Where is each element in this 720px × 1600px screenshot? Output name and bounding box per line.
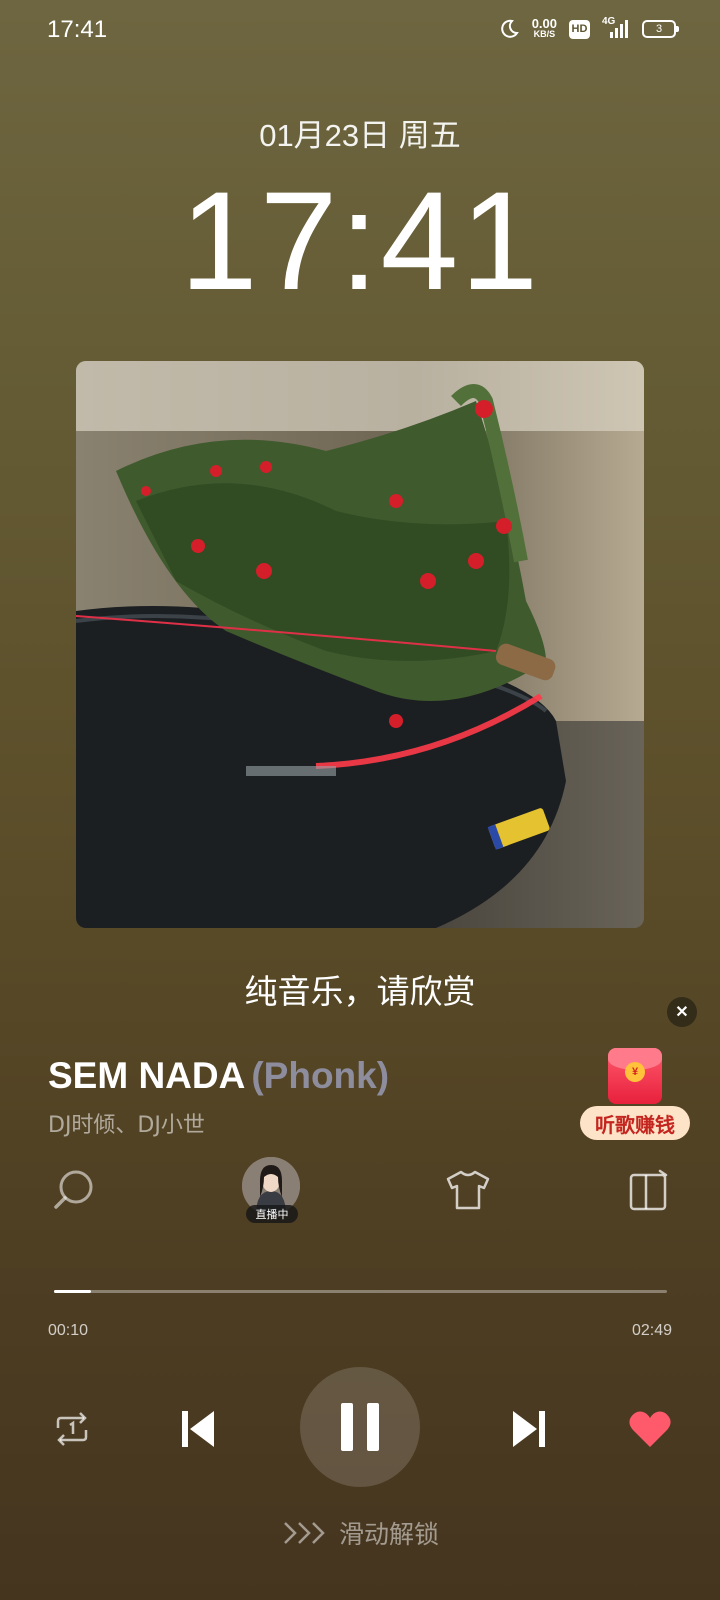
previous-icon (182, 1411, 214, 1447)
heart-icon (629, 1411, 671, 1447)
coin-icon: ¥ (625, 1062, 645, 1082)
previous-button[interactable] (172, 1403, 224, 1455)
search-icon (54, 1170, 93, 1209)
search-button[interactable] (48, 1165, 98, 1215)
chevrons-right-icon (284, 1522, 325, 1544)
tshirt-icon (446, 1170, 490, 1210)
cast-button[interactable] (624, 1165, 674, 1215)
album-art (76, 361, 644, 928)
repeat-one-icon (56, 1412, 88, 1446)
pause-button[interactable] (300, 1367, 420, 1487)
progress-bar[interactable] (54, 1290, 667, 1293)
unlock-label: 滑动解锁 (338, 1520, 439, 1549)
progress-fill (54, 1290, 91, 1293)
signal-icon: 4G (602, 16, 630, 40)
close-icon: ✕ (675, 1004, 689, 1021)
song-title[interactable]: SEM NADA (Phonk) (48, 1055, 389, 1097)
lock-date: 01月23日 周五 (259, 118, 461, 153)
moon-icon (500, 19, 519, 38)
hd-icon: HD (569, 19, 590, 39)
song-name: SEM NADA (48, 1055, 246, 1096)
status-icons: 0.00 KB/S HD 4G 3 (498, 16, 679, 40)
status-time: 17:41 (47, 16, 108, 43)
lock-clock: 17:41 (179, 162, 541, 319)
lyric-line: 纯音乐，请欣赏 (244, 972, 476, 1011)
net-speed: 0.00 KB/S (531, 16, 557, 39)
next-icon (513, 1411, 545, 1447)
total-time: 02:49 (631, 1322, 672, 1339)
promo-label: 听歌赚钱 (580, 1106, 690, 1140)
earn-money-promo[interactable]: ¥ 听歌赚钱 (580, 1048, 692, 1140)
battery-icon: 3 (642, 20, 679, 38)
elapsed-time: 00:10 (48, 1322, 89, 1339)
next-button[interactable] (503, 1403, 555, 1455)
red-envelope-icon: ¥ (608, 1048, 662, 1104)
repeat-button[interactable] (48, 1405, 96, 1453)
song-tag: (Phonk) (251, 1055, 390, 1096)
tool-row: 直播中 (0, 1157, 720, 1225)
theme-button[interactable] (443, 1165, 493, 1215)
song-artist[interactable]: DJ时倾、DJ小世 (48, 1107, 205, 1139)
close-promo-button[interactable]: ✕ (667, 997, 697, 1027)
like-button[interactable] (624, 1404, 676, 1454)
cast-icon (629, 1169, 668, 1211)
status-bar: 17:41 0.00 KB/S HD 4G 3 (0, 0, 720, 64)
slide-to-unlock[interactable]: 滑动解锁 (0, 1515, 720, 1551)
live-badge: 直播中 (246, 1205, 298, 1223)
pause-icon (341, 1403, 379, 1451)
